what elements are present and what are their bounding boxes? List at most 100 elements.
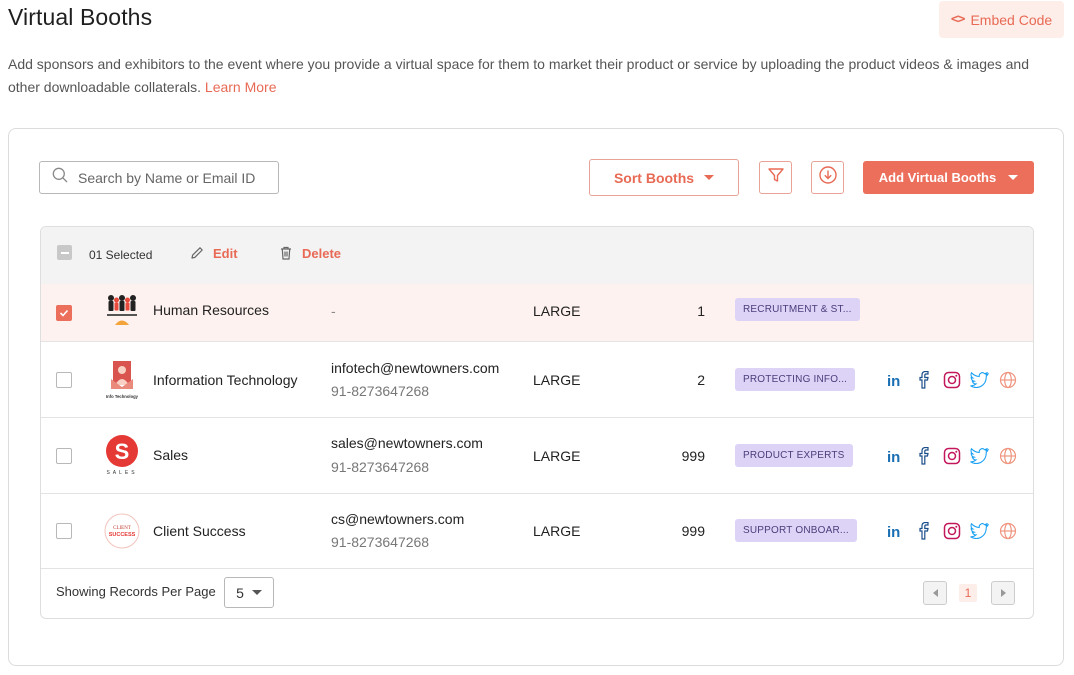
add-virtual-booths-label: Add Virtual Booths xyxy=(878,170,997,185)
booth-phone: 91-8273647268 xyxy=(331,459,430,475)
instagram-icon[interactable] xyxy=(942,370,961,389)
delete-button[interactable]: Delete xyxy=(278,245,341,261)
twitter-icon[interactable] xyxy=(970,521,989,540)
selected-count: 01 Selected xyxy=(89,248,153,262)
table-row[interactable]: Info Technology Information Technology i… xyxy=(41,342,1033,418)
sort-booths-label: Sort Booths xyxy=(613,169,695,186)
booth-count: 999 xyxy=(681,448,705,464)
sort-booths-button[interactable]: Sort Booths xyxy=(589,159,739,196)
linkedin-icon[interactable]: in xyxy=(886,370,905,389)
it-logo-text: Info Technology xyxy=(106,394,139,399)
social-links: in xyxy=(886,370,1017,389)
row-checkbox[interactable] xyxy=(56,305,72,321)
instagram-icon[interactable] xyxy=(942,446,961,465)
globe-icon[interactable] xyxy=(998,446,1017,465)
booth-tag: PRODUCT EXPERTS xyxy=(735,444,853,467)
check-icon xyxy=(59,309,69,317)
caret-down-icon xyxy=(1008,175,1019,180)
booth-name: Sales xyxy=(153,447,189,463)
download-button[interactable] xyxy=(811,161,844,194)
booth-name: Information Technology xyxy=(153,372,298,388)
booth-size: LARGE xyxy=(533,523,581,539)
next-page-button[interactable] xyxy=(991,581,1015,605)
previous-page-button[interactable] xyxy=(923,581,947,605)
instagram-icon[interactable] xyxy=(942,521,961,540)
records-per-page-label: Showing Records Per Page xyxy=(56,584,216,599)
booth-tag: PROTECTING INFO... xyxy=(735,368,856,391)
facebook-icon[interactable] xyxy=(914,370,933,389)
social-links: in xyxy=(886,521,1017,540)
sales-logo: S SALES xyxy=(103,434,141,476)
booth-count: 2 xyxy=(697,372,705,388)
download-icon xyxy=(818,165,838,190)
hr-logo xyxy=(103,292,141,330)
pencil-icon xyxy=(191,247,203,259)
table-row[interactable]: CLIENT SUCCESS Client Success cs@newtown… xyxy=(41,494,1033,569)
linkedin-icon[interactable]: in xyxy=(886,446,905,465)
chevron-right-icon xyxy=(1000,589,1006,597)
row-checkbox[interactable] xyxy=(56,448,72,464)
booth-count: 999 xyxy=(681,523,705,539)
booth-size: LARGE xyxy=(533,372,581,388)
svg-text:in: in xyxy=(887,449,900,464)
chevron-left-icon xyxy=(932,589,938,597)
linkedin-icon[interactable]: in xyxy=(886,521,905,540)
sales-logo-letter: S xyxy=(115,439,130,464)
search-icon xyxy=(52,167,68,188)
edit-label: Edit xyxy=(213,245,238,261)
it-logo: Info Technology xyxy=(103,359,141,399)
booth-size: LARGE xyxy=(533,448,581,464)
search-input[interactable] xyxy=(78,169,268,186)
booth-phone: 91-8273647268 xyxy=(331,383,430,399)
client-success-logo-bottom: SUCCESS xyxy=(109,532,136,538)
filter-button[interactable] xyxy=(759,161,792,194)
caret-down-icon xyxy=(251,590,262,595)
embed-code-button[interactable]: <> Embed Code xyxy=(939,1,1064,38)
booth-name: Client Success xyxy=(153,523,246,539)
facebook-icon[interactable] xyxy=(914,446,933,465)
table-row[interactable]: S SALES Sales sales@newtowners.com 91-82… xyxy=(41,418,1033,494)
code-icon: <> xyxy=(950,12,966,27)
booth-email: cs@newtowners.com xyxy=(331,511,465,527)
booth-count: 1 xyxy=(697,303,705,319)
globe-icon[interactable] xyxy=(998,521,1017,540)
records-per-page-select[interactable]: 5 xyxy=(224,577,274,608)
client-success-logo-top: CLIENT xyxy=(113,526,131,531)
sales-logo-subtext: SALES xyxy=(106,470,137,476)
current-page[interactable]: 1 xyxy=(959,584,977,602)
facebook-icon[interactable] xyxy=(914,521,933,540)
booth-size: LARGE xyxy=(533,303,581,319)
booths-table: 01 Selected Edit Delete Human Resources … xyxy=(40,226,1034,619)
delete-label: Delete xyxy=(302,245,342,261)
client-success-logo: CLIENT SUCCESS xyxy=(103,512,141,550)
twitter-icon[interactable] xyxy=(970,370,989,389)
booth-tag: SUPPORT ONBOAR... xyxy=(735,519,857,542)
svg-text:in: in xyxy=(887,524,900,539)
booth-contact-empty: - xyxy=(331,303,336,319)
edit-button[interactable]: Edit xyxy=(189,245,238,261)
description-text: Add sponsors and exhibitors to the event… xyxy=(8,56,1030,95)
row-checkbox[interactable] xyxy=(56,372,72,388)
learn-more-link[interactable]: Learn More xyxy=(205,79,277,95)
bulk-actions-bar: 01 Selected Edit Delete xyxy=(41,227,1033,284)
trash-icon xyxy=(281,246,291,260)
twitter-icon[interactable] xyxy=(970,446,989,465)
embed-code-label: Embed Code xyxy=(970,11,1053,28)
page-title: Virtual Booths xyxy=(8,4,153,30)
row-checkbox[interactable] xyxy=(56,523,72,539)
filter-icon xyxy=(767,166,785,189)
booths-card: Sort Booths Add Virtual Booths 01 Select… xyxy=(8,128,1064,666)
records-per-page-value: 5 xyxy=(236,584,244,601)
booth-tag: RECRUITMENT & ST... xyxy=(735,298,860,321)
globe-icon[interactable] xyxy=(998,370,1017,389)
table-row[interactable]: Human Resources - LARGE 1 RECRUITMENT & … xyxy=(41,284,1033,342)
caret-down-icon xyxy=(704,175,715,180)
select-all-checkbox[interactable] xyxy=(57,245,72,260)
add-virtual-booths-button[interactable]: Add Virtual Booths xyxy=(863,161,1034,194)
booth-email: sales@newtowners.com xyxy=(331,435,483,451)
social-links: in xyxy=(886,446,1017,465)
search-box[interactable] xyxy=(39,161,279,194)
booth-email: infotech@newtowners.com xyxy=(331,360,500,376)
page-description: Add sponsors and exhibitors to the event… xyxy=(8,53,1058,99)
svg-text:in: in xyxy=(887,373,900,388)
